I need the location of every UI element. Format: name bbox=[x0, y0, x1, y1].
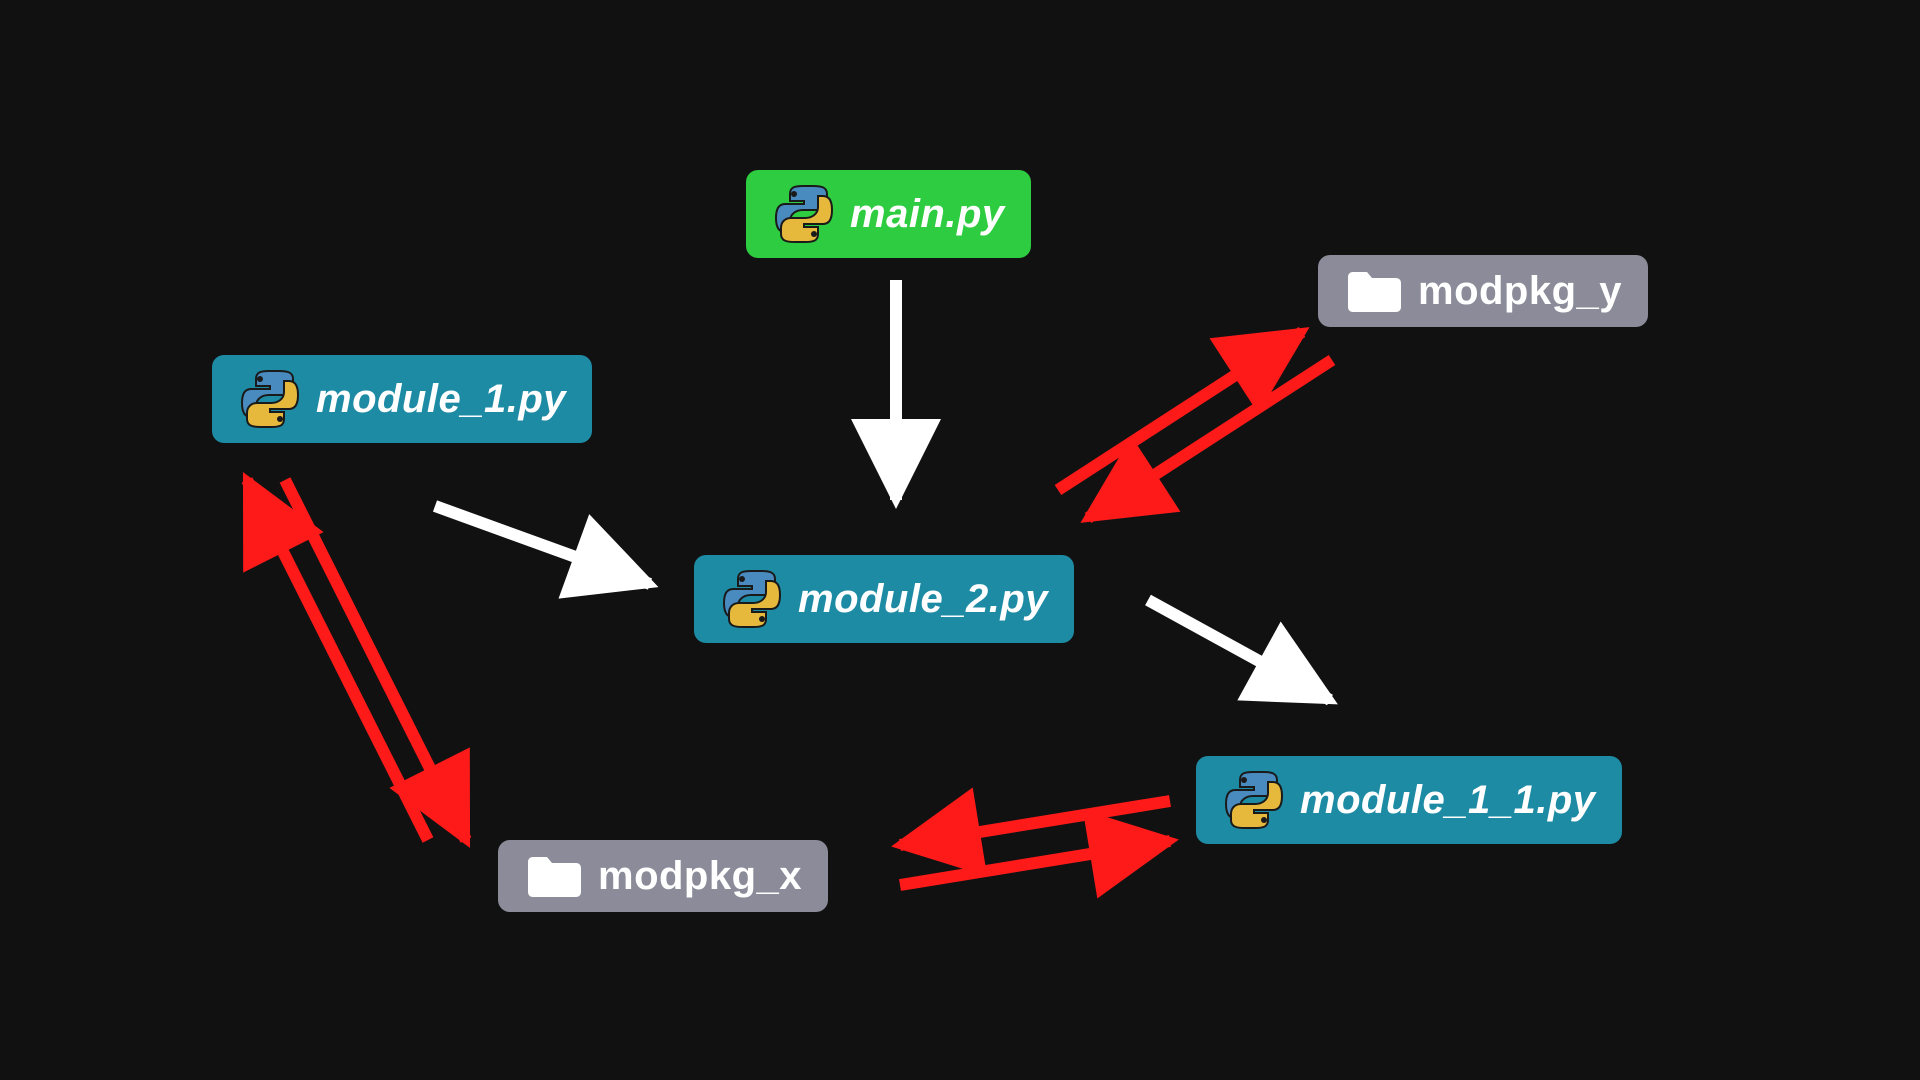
node-main: main.py bbox=[746, 170, 1031, 258]
node-module2: module_2.py bbox=[694, 555, 1074, 643]
arrow-module2-to-module11 bbox=[1148, 600, 1330, 700]
arrow-modpkgx-to-module11 bbox=[900, 841, 1170, 885]
arrow-module1-to-modpkgx bbox=[285, 480, 466, 840]
node-main-label: main.py bbox=[850, 192, 1005, 237]
arrow-modpkgy-to-module2 bbox=[1088, 360, 1332, 518]
python-icon bbox=[238, 367, 302, 431]
arrow-layer bbox=[0, 0, 1920, 1080]
arrow-modpkgx-to-module1 bbox=[247, 480, 428, 840]
node-modpkgy: modpkg_y bbox=[1318, 255, 1648, 327]
node-module2-label: module_2.py bbox=[798, 577, 1048, 622]
folder-icon bbox=[524, 852, 584, 900]
node-module11: module_1_1.py bbox=[1196, 756, 1622, 844]
python-icon bbox=[772, 182, 836, 246]
python-icon bbox=[1222, 768, 1286, 832]
arrow-module1-to-module2 bbox=[435, 506, 650, 584]
diagram-canvas: main.py module_1.py module_2.py module_1… bbox=[0, 0, 1920, 1080]
node-modpkgx: modpkg_x bbox=[498, 840, 828, 912]
folder-icon bbox=[1344, 267, 1404, 315]
arrow-module11-to-modpkgx bbox=[900, 801, 1170, 845]
python-icon bbox=[720, 567, 784, 631]
node-module11-label: module_1_1.py bbox=[1300, 778, 1596, 823]
arrow-module2-to-modpkgy bbox=[1058, 332, 1302, 490]
node-modpkgx-label: modpkg_x bbox=[598, 854, 802, 899]
node-module1-label: module_1.py bbox=[316, 377, 566, 422]
node-modpkgy-label: modpkg_y bbox=[1418, 269, 1622, 314]
node-module1: module_1.py bbox=[212, 355, 592, 443]
